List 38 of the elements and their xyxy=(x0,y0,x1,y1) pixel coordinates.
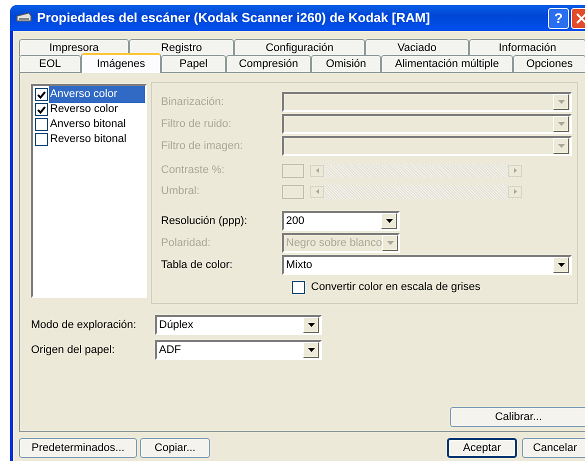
tab[interactable]: Vaciado xyxy=(365,39,469,56)
window-title: Propiedades del escáner (Kodak Scanner i260) de Kodak [RAM] xyxy=(37,9,430,28)
field-label: Tabla de color: xyxy=(161,258,234,273)
dropdown-field[interactable]: Mixto xyxy=(282,255,572,275)
dialog-button[interactable]: Cancelar xyxy=(522,438,585,458)
field-label: Filtro de ruido: xyxy=(161,116,232,132)
tab[interactable]: Impresora xyxy=(19,39,129,56)
field-label: Umbral: xyxy=(161,184,201,200)
dialog-button[interactable]: Calibrar... xyxy=(450,407,585,427)
field-label: Polaridad: xyxy=(161,236,212,251)
tab[interactable]: Configuración xyxy=(234,39,365,56)
list-item[interactable]: Anverso color xyxy=(49,86,145,103)
help-button[interactable]: ? xyxy=(548,8,569,28)
field-label: Resolución (ppp): xyxy=(161,214,248,229)
field-label: Contraste %: xyxy=(161,163,226,178)
tab[interactable]: Información xyxy=(469,39,585,56)
field-label: Modo de exploración: xyxy=(31,318,138,333)
dropdown-field[interactable]: Dúplex xyxy=(155,315,322,335)
tab[interactable]: Imágenes xyxy=(81,53,161,73)
tab[interactable]: Opciones xyxy=(513,55,585,72)
checkbox-label: Convertir color en escala de grises xyxy=(311,280,480,295)
tab[interactable]: Alimentación múltiple xyxy=(381,55,513,72)
dialog-button[interactable]: Aceptar xyxy=(447,438,517,458)
list-item[interactable]: Anverso bitonal xyxy=(49,116,127,133)
field-label: Origen del papel: xyxy=(31,342,116,358)
tab[interactable]: Registro xyxy=(129,39,234,56)
list-item[interactable]: Reverso color xyxy=(49,101,119,118)
dialog-button[interactable]: Predeterminados... xyxy=(19,438,137,458)
list-item[interactable]: Reverso bitonal xyxy=(49,131,128,148)
tab[interactable]: EOL xyxy=(19,55,81,72)
field-label: Filtro de imagen: xyxy=(161,138,244,154)
tab[interactable]: Compresión xyxy=(226,55,311,72)
field-label: Binarización: xyxy=(161,94,225,110)
dialog-button[interactable]: Copiar... xyxy=(140,438,210,458)
dropdown-field[interactable]: 200 xyxy=(282,211,400,231)
tab[interactable]: Omisión xyxy=(311,55,381,72)
dropdown-field[interactable]: ADF xyxy=(155,340,322,360)
tab[interactable]: Papel xyxy=(161,55,226,72)
